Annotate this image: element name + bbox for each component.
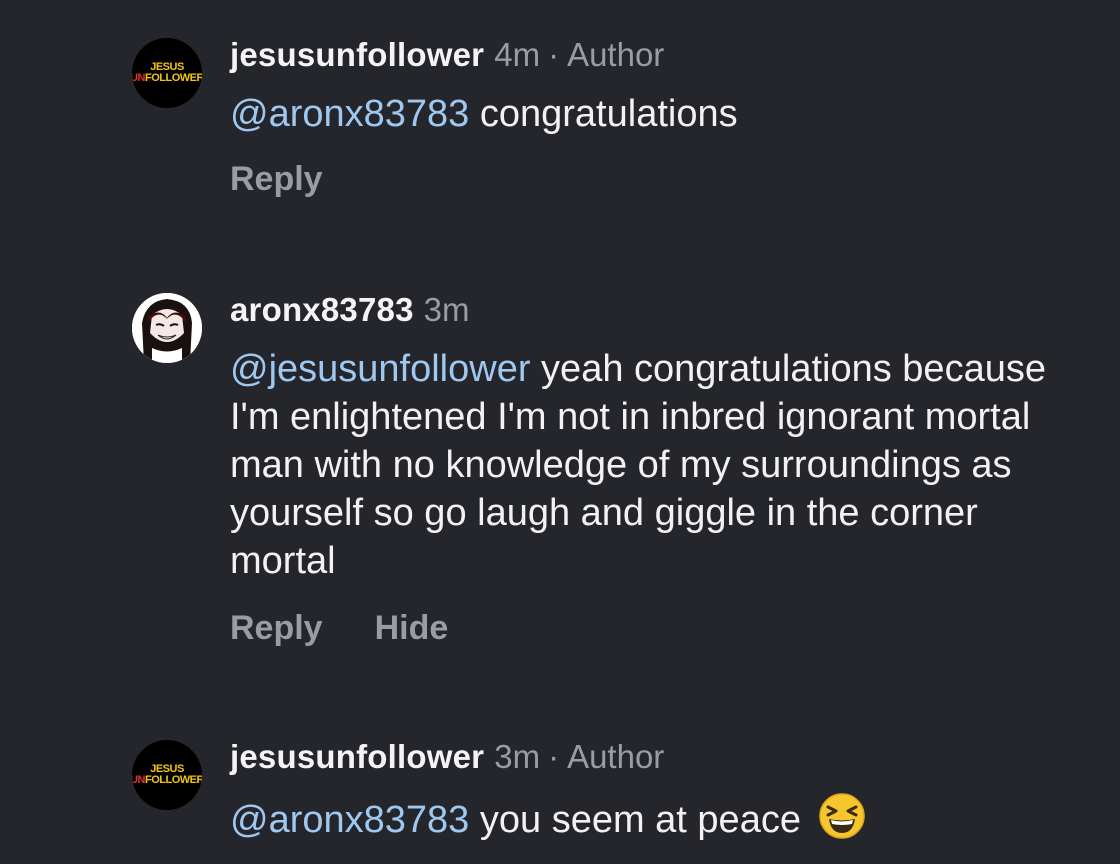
avatar[interactable]: JESUS UNFOLLOWER [132,740,202,810]
comment-text: @jesusunfollower yeah congratulations be… [230,348,1046,582]
comment-text: @aronx83783 you seem at peace [230,792,1060,844]
mention-link[interactable]: @aronx83783 [230,93,469,135]
comment-header: jesusunfollower 3m · Author [230,737,1060,777]
avatar-logo-line2: UNFOLLOWER [132,774,202,786]
hide-button[interactable]: Hide [375,609,449,648]
comment-text: @aronx83783 congratulations [230,93,738,135]
anime-face-avatar-icon [132,293,202,363]
separator-dot: · [548,36,560,73]
separator-dot: · [548,738,560,775]
mention-link[interactable]: @aronx83783 [230,799,469,841]
username[interactable]: jesusunfollower [230,737,484,777]
username[interactable]: jesusunfollower [230,35,484,75]
timestamp: 4m [494,36,541,73]
author-label: Author [567,36,665,73]
username[interactable]: aronx83783 [230,290,414,330]
avatar[interactable] [132,293,202,363]
comment-header: aronx83783 3m [230,290,1060,330]
comment-actions: Reply Hide [230,609,1060,648]
timestamp: 3m [423,291,470,328]
reply-button[interactable]: Reply [230,609,323,648]
mention-link[interactable]: @jesusunfollower [230,348,531,390]
comment-actions: Reply [230,160,1060,199]
grinning-squinting-face-emoji-icon [818,792,866,840]
comment-header: jesusunfollower 4m · Author [230,35,1060,75]
comment-thread: JESUS UNFOLLOWER jesusunfollower 4m · Au… [0,0,1120,864]
author-label: Author [567,738,665,775]
reply-button[interactable]: Reply [230,160,323,199]
timestamp: 3m [494,738,541,775]
avatar[interactable]: JESUS UNFOLLOWER [132,38,202,108]
avatar-logo-line2: UNFOLLOWER [132,72,202,84]
